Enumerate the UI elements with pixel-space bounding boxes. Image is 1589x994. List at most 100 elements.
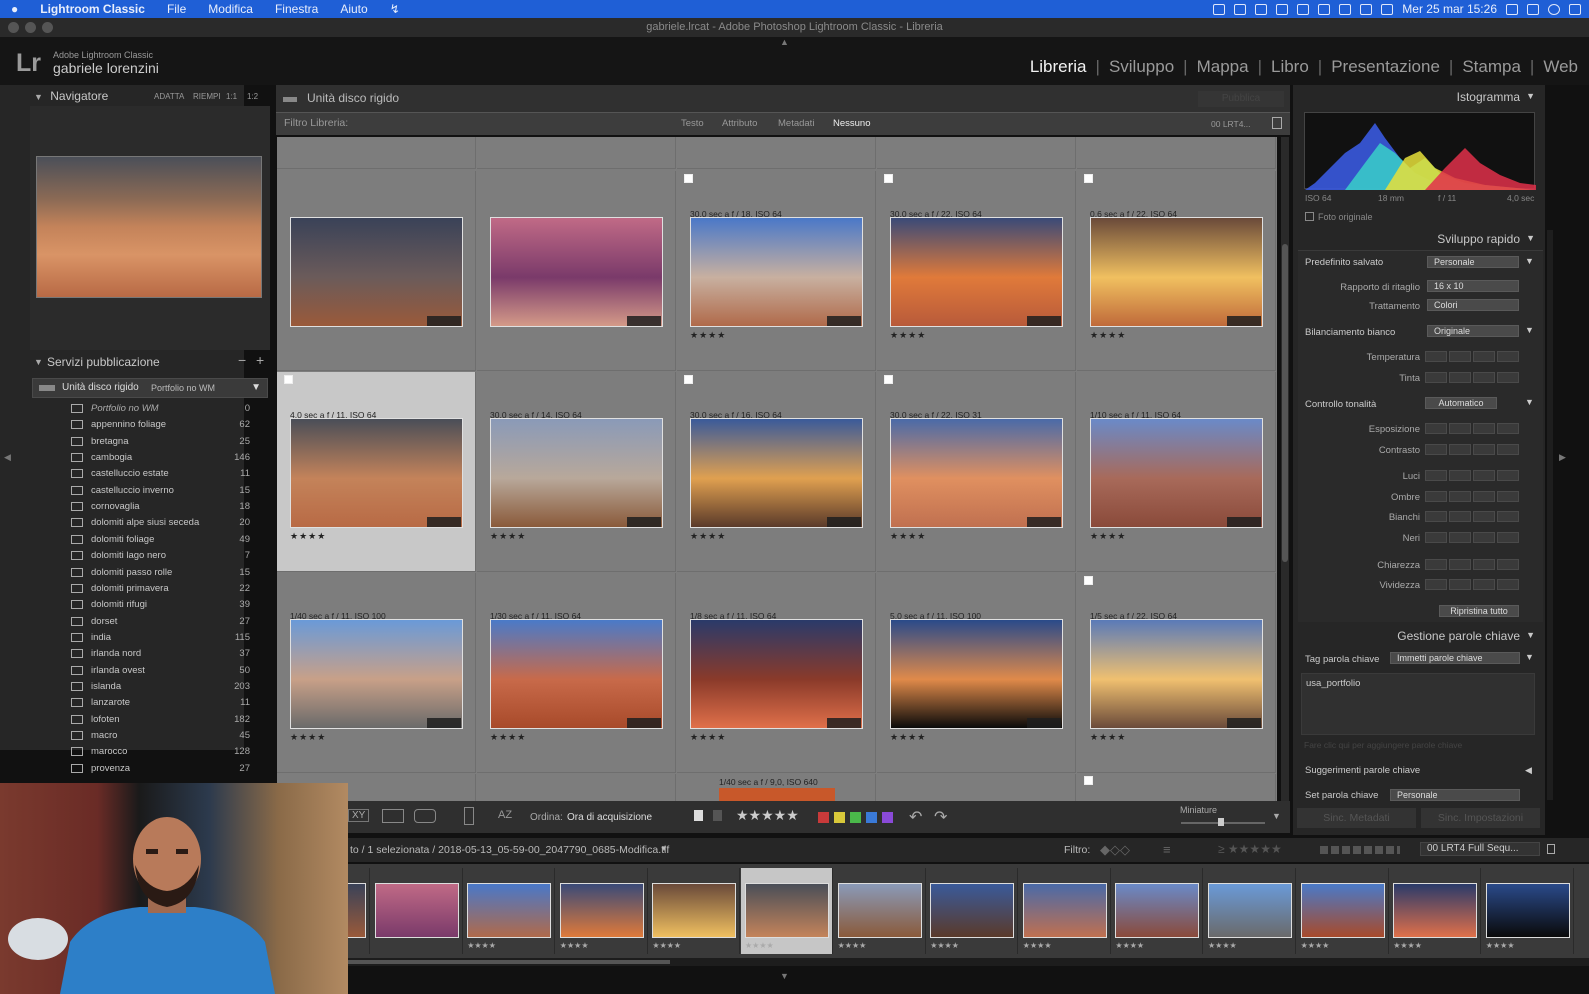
- filmstrip-thumb[interactable]: ★★★★: [1389, 868, 1482, 954]
- grid-cell[interactable]: 1/10 sec a f / 11, ISO 64 ★★★★: [1077, 372, 1276, 572]
- close-window-button[interactable]: [8, 22, 19, 33]
- filmstrip-source-info[interactable]: to / 1 selezionata / 2018-05-13_05-59-00…: [350, 844, 669, 856]
- survey-view-button[interactable]: [382, 809, 404, 823]
- search-icon[interactable]: [1527, 3, 1539, 15]
- navigator-preview[interactable]: [36, 156, 262, 298]
- grid-cell-partial[interactable]: [277, 137, 476, 169]
- filmstrip-thumb[interactable]: ★★★★: [463, 868, 556, 954]
- cell-stars[interactable]: ★★★★: [890, 531, 926, 542]
- minimize-window-button[interactable]: [25, 22, 36, 33]
- tone-adjust-buttons[interactable]: [1425, 532, 1519, 543]
- filmstrip-thumb[interactable]: ★★★★: [1297, 868, 1389, 954]
- publish-service-row[interactable]: Unità disco rigido Portfolio no WM ▼: [32, 378, 268, 398]
- quick-develop-header[interactable]: Sviluppo rapido ▼: [1297, 229, 1542, 249]
- collection-item[interactable]: islanda 203: [60, 679, 260, 695]
- thumbnail-badges[interactable]: [627, 316, 661, 326]
- tone-adjust-buttons[interactable]: [1425, 491, 1519, 502]
- collapse-right-arrow-icon[interactable]: ▶: [1559, 452, 1566, 463]
- lock-icon[interactable]: [1272, 117, 1282, 129]
- filmstrip-image[interactable]: [745, 883, 829, 938]
- collapse-left-arrow-icon[interactable]: ◀: [4, 452, 11, 463]
- collection-item[interactable]: cornovaglia 18: [60, 499, 260, 515]
- photo-thumbnail[interactable]: [290, 619, 463, 729]
- menu-app[interactable]: Lightroom Classic: [29, 2, 156, 16]
- thumbnail-badges[interactable]: [427, 718, 461, 728]
- photo-thumbnail[interactable]: [690, 217, 863, 327]
- grid-cell-partial[interactable]: [1077, 137, 1276, 169]
- user-icon[interactable]: [1506, 3, 1518, 15]
- filmstrip-image[interactable]: [467, 883, 552, 938]
- cell-stars[interactable]: ★★★★: [690, 330, 726, 341]
- filmstrip-thumb[interactable]: ★★★★: [834, 868, 926, 954]
- filter-preset-select[interactable]: 00 LRT4...: [1211, 119, 1251, 129]
- menu-window[interactable]: Finestra: [264, 2, 329, 16]
- filmstrip-image[interactable]: [1115, 883, 1200, 938]
- thumbnail-badges[interactable]: [1027, 517, 1061, 527]
- grid-scroll-thumb[interactable]: [1282, 244, 1288, 562]
- collapse-bottom-arrow-icon[interactable]: ▼: [780, 971, 789, 981]
- flag-icon[interactable]: [684, 174, 693, 183]
- histogram[interactable]: [1304, 112, 1536, 190]
- status-icon[interactable]: [1255, 3, 1268, 15]
- compare-view-button[interactable]: XY: [348, 809, 370, 822]
- filmstrip-image[interactable]: [652, 883, 737, 938]
- add-service-button[interactable]: +: [256, 352, 264, 368]
- thumbnail-badges[interactable]: [1227, 718, 1261, 728]
- expand-left-triangle-icon[interactable]: ◀: [1525, 765, 1532, 776]
- collection-item[interactable]: appennino foliage 62: [60, 417, 260, 433]
- filmstrip-thumb[interactable]: ★★★★: [1111, 868, 1204, 954]
- keyword-suggestions-label[interactable]: Suggerimenti parole chiave: [1305, 765, 1420, 776]
- filmstrip-flag-filters[interactable]: ◆◇◇: [1100, 842, 1130, 858]
- collection-item[interactable]: lanzarote 11: [60, 695, 260, 711]
- grid-cell[interactable]: [277, 171, 476, 371]
- tone-adjust-buttons[interactable]: [1425, 444, 1519, 455]
- dropdown-triangle-icon[interactable]: ▼: [660, 844, 668, 853]
- navigator-header[interactable]: ▼ Navigatore: [34, 86, 108, 106]
- expand-triangle-icon[interactable]: ▼: [1525, 397, 1534, 407]
- reset-all-button[interactable]: Ripristina tutto: [1439, 605, 1519, 617]
- zoom-window-button[interactable]: [42, 22, 53, 33]
- publish-services-header[interactable]: ▼ Servizi pubblicazione − +: [28, 352, 272, 372]
- nav-fill[interactable]: RIEMPI: [193, 92, 221, 101]
- flag-icon[interactable]: [1084, 174, 1093, 183]
- painter-icon[interactable]: [464, 807, 474, 825]
- tone-adjust-buttons[interactable]: [1425, 579, 1519, 590]
- filmstrip-scroll-thumb[interactable]: [348, 960, 670, 964]
- apple-icon[interactable]: ●: [0, 2, 29, 16]
- color-label-swatch[interactable]: [882, 812, 893, 823]
- grid-cell[interactable]: 5,0 sec a f / 11, ISO 100 ★★★★: [877, 573, 1076, 773]
- module-library[interactable]: Libreria: [1025, 57, 1092, 77]
- flag-icon[interactable]: [284, 375, 293, 384]
- thumbnail-size-handle[interactable]: [1218, 818, 1224, 826]
- toolbar-menu-icon[interactable]: ▼: [1272, 811, 1281, 821]
- photo-thumbnail[interactable]: [490, 619, 663, 729]
- thumbnail-badges[interactable]: [427, 316, 461, 326]
- thumbnail-badges[interactable]: [627, 718, 661, 728]
- collection-item[interactable]: provenza 27: [60, 761, 260, 777]
- module-print[interactable]: Stampa: [1457, 57, 1526, 77]
- cell-stars[interactable]: ★★★★: [690, 531, 726, 542]
- wb-select[interactable]: Originale: [1427, 325, 1519, 337]
- collapse-top-arrow-icon[interactable]: ▲: [780, 37, 789, 47]
- keyword-hint[interactable]: Fare clic qui per aggiungere parole chia…: [1304, 740, 1462, 750]
- thumbnail-badges[interactable]: [1027, 718, 1061, 728]
- remove-service-button[interactable]: −: [238, 352, 246, 368]
- rotate-right-icon[interactable]: ↷: [934, 807, 947, 827]
- cell-stars[interactable]: ★★★★: [290, 531, 326, 542]
- module-book[interactable]: Libro: [1266, 57, 1314, 77]
- flag-icon[interactable]: [884, 174, 893, 183]
- grid-cell[interactable]: 30,0 sec a f / 22, ISO 64 ★★★★: [877, 171, 1076, 371]
- status-icon[interactable]: [1318, 3, 1331, 15]
- cell-stars[interactable]: ★★★★: [890, 732, 926, 743]
- photo-thumbnail[interactable]: [290, 217, 463, 327]
- grid-cell[interactable]: 30,0 sec a f / 14, ISO 64 ★★★★: [477, 372, 676, 572]
- photo-thumbnail[interactable]: [890, 418, 1063, 528]
- expand-triangle-icon[interactable]: ▼: [1525, 325, 1534, 335]
- collection-item[interactable]: india 115: [60, 630, 260, 646]
- module-slideshow[interactable]: Presentazione: [1326, 57, 1445, 77]
- saved-preset-select[interactable]: Personale: [1427, 256, 1519, 268]
- filmstrip-sliders-icon[interactable]: ≡: [1163, 842, 1171, 857]
- grid-cell-partial[interactable]: [877, 774, 1076, 801]
- tone-adjust-buttons[interactable]: [1425, 559, 1519, 570]
- menu-list-icon[interactable]: [1569, 3, 1581, 15]
